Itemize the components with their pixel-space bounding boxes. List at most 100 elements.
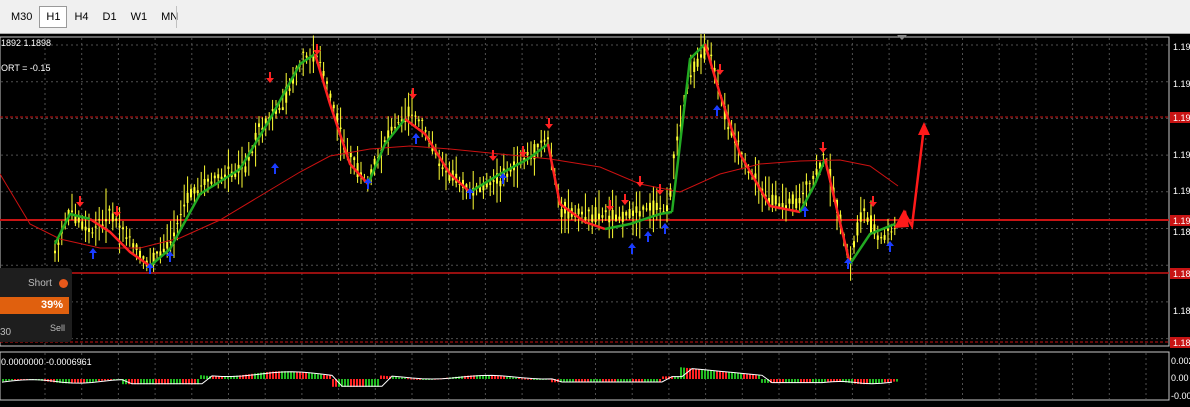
chart-canvas[interactable]: 1.19 1.19 1.19 1.19 1.19 1.19 1.18 1.18 … [0, 32, 1190, 402]
candle-body [190, 189, 192, 198]
tab-h1[interactable]: H1 [39, 6, 68, 28]
candle-body [655, 202, 658, 210]
oscillator-bar [347, 379, 349, 387]
candle-body [88, 228, 90, 232]
candle-body [390, 126, 393, 131]
price-chart[interactable]: 1.19 1.19 1.19 1.19 1.19 1.19 1.18 1.18 … [0, 32, 1190, 402]
oscillator-bar [509, 377, 511, 379]
candle-body [870, 215, 872, 233]
candle-body [638, 211, 641, 217]
tab-d1[interactable]: D1 [96, 6, 124, 28]
candle-body [353, 157, 356, 161]
candle-body [424, 130, 427, 132]
oscillator-bar [311, 373, 313, 379]
oscillator-bar [101, 379, 103, 381]
oscillator-bar [200, 375, 202, 379]
oscillator-bar [377, 379, 379, 387]
oscillator-scale-label: 0.00 [1171, 373, 1189, 383]
oscillator-bar [524, 378, 526, 380]
candle-body [115, 218, 118, 221]
oscillator-bar [413, 378, 415, 380]
candle-body [210, 181, 213, 184]
oscillator-bar [287, 371, 289, 379]
oscillator-bar [299, 372, 301, 379]
candle-body [805, 181, 808, 185]
oscillator-bar [365, 379, 367, 387]
candle-body [81, 221, 84, 229]
candle-body [499, 180, 502, 187]
candle-body [373, 158, 376, 165]
oscillator-bar [212, 376, 214, 379]
oscillator-bar [305, 372, 307, 379]
tab-w1[interactable]: W1 [124, 6, 155, 28]
oscillator-bar [392, 376, 394, 379]
candle-body [604, 210, 607, 213]
oscillator-bar [764, 379, 766, 383]
oscillator-bar [683, 367, 685, 379]
candle-body [200, 185, 203, 187]
candle-body [798, 197, 801, 204]
candle-body [853, 241, 855, 248]
oscillator-bar [344, 379, 346, 387]
oscillator-scale[interactable]: 0.002 0.00 -0.00 [1171, 356, 1190, 401]
oscillator-bar [527, 378, 529, 380]
oscillator-bar [401, 377, 403, 379]
candle-body [111, 213, 114, 222]
candle-body [543, 139, 546, 142]
sentiment-widget[interactable]: Short 39% 30 Sell [0, 268, 72, 342]
oscillator-bar [716, 371, 718, 379]
tab-mn[interactable]: MN [154, 6, 185, 28]
candle-body [135, 244, 138, 250]
candle-body [693, 61, 696, 72]
candle-body [169, 241, 172, 243]
oscillator-bar [731, 372, 733, 379]
oscillator-bar [326, 375, 328, 379]
candle-body [319, 61, 322, 63]
oscillator-bar [665, 376, 667, 379]
oscillator-bar [878, 379, 880, 384]
tab-m30[interactable]: M30 [4, 6, 39, 28]
oscillator-bar [107, 379, 109, 381]
candle-body [118, 225, 121, 228]
oscillator-bar [722, 371, 724, 379]
candle-body [407, 106, 410, 117]
oscillator-bar [737, 373, 739, 379]
candle-body [737, 140, 740, 142]
oscillator-bar [98, 379, 100, 382]
candle-body [122, 227, 124, 230]
oscillator-bar [515, 377, 517, 379]
candle-body [771, 194, 774, 206]
oscillator-bar [707, 370, 709, 379]
oscillator-bar [371, 379, 373, 387]
candle-body [125, 237, 128, 239]
candle-body [642, 206, 645, 210]
short-indicator-dot-icon [59, 279, 68, 288]
candle-body [795, 198, 798, 209]
candle-body [632, 210, 634, 216]
candle-body [84, 226, 87, 231]
candle-body [234, 173, 237, 177]
oscillator-bar [827, 379, 829, 382]
candle-body [802, 192, 804, 195]
candle-body [710, 54, 713, 57]
candle-body [547, 137, 549, 140]
candle-body [322, 71, 325, 76]
candle-body [244, 166, 247, 173]
oscillator-bar [368, 379, 370, 387]
oscillator-bar [398, 377, 400, 379]
candle-body [727, 127, 730, 130]
candle-body [264, 118, 267, 123]
oscillator-bar [293, 371, 295, 379]
candle-body [587, 209, 590, 212]
candle-body [332, 104, 335, 109]
candle-body [128, 236, 131, 238]
oscillator-bar [89, 379, 91, 383]
oscillator-bar [512, 377, 514, 379]
candle-body [213, 175, 216, 179]
tab-h4[interactable]: H4 [67, 6, 95, 28]
candle-body [105, 219, 107, 222]
candle-body [132, 243, 135, 248]
candle-body [421, 119, 424, 121]
oscillator-bar [104, 379, 106, 381]
oscillator-bar [890, 379, 892, 382]
